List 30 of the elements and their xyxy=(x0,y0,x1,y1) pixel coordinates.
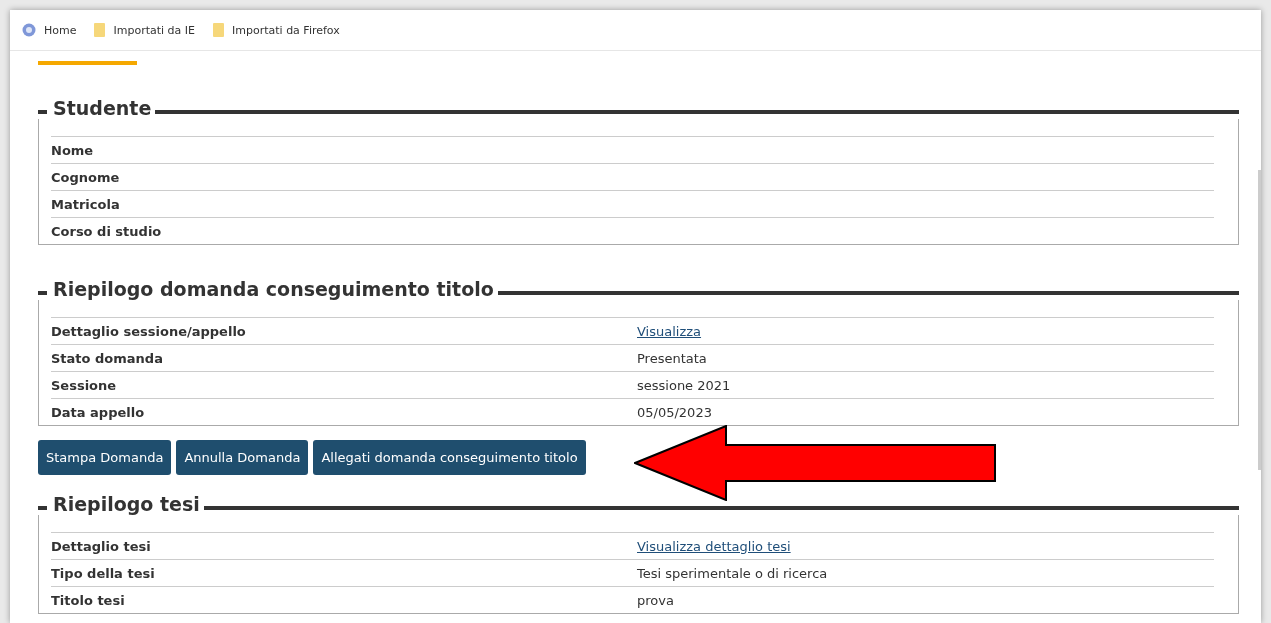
link[interactable]: Visualizza xyxy=(637,323,702,339)
field-value: Tesi sperimentale o di ricerca xyxy=(637,565,828,581)
field-label: Data appello xyxy=(51,404,146,420)
folder-icon xyxy=(213,23,224,37)
field-label: Titolo tesi xyxy=(51,592,126,608)
field-value: prova xyxy=(637,592,674,608)
section-title: Riepilogo tesi xyxy=(53,493,200,515)
section-title: Studente xyxy=(53,97,152,119)
field-value: sessione 2021 xyxy=(637,377,731,393)
bookmark-link[interactable]: Home xyxy=(44,23,77,37)
field-label: Sessione xyxy=(51,377,118,393)
field-label: Nome xyxy=(51,142,95,158)
bookmark-link[interactable]: Importati da IE xyxy=(113,23,195,37)
link[interactable]: Visualizza dettaglio tesi xyxy=(637,538,791,554)
field-label: Dettaglio tesi xyxy=(51,538,152,554)
bookmark-link[interactable]: Importati da Firefox xyxy=(232,23,340,37)
field-label: Cognome xyxy=(51,169,121,185)
globe-icon xyxy=(22,23,36,37)
field-value: Presentata xyxy=(637,350,707,366)
field-label: Corso di studio xyxy=(51,223,163,239)
field-value: 05/05/2023 xyxy=(637,404,712,420)
action-button[interactable]: Stampa Domanda xyxy=(38,440,172,475)
action-button[interactable]: Annulla Domanda xyxy=(176,440,309,475)
section-title: Riepilogo domanda conseguimento titolo xyxy=(53,278,494,300)
field-label: Matricola xyxy=(51,196,121,212)
folder-icon xyxy=(94,23,106,37)
field-label: Stato domanda xyxy=(51,350,164,366)
field-label: Dettaglio sessione/appello xyxy=(51,323,247,339)
action-button[interactable]: Allegati domanda conseguimento titolo xyxy=(313,440,586,475)
field-label: Tipo della tesi xyxy=(51,565,156,581)
